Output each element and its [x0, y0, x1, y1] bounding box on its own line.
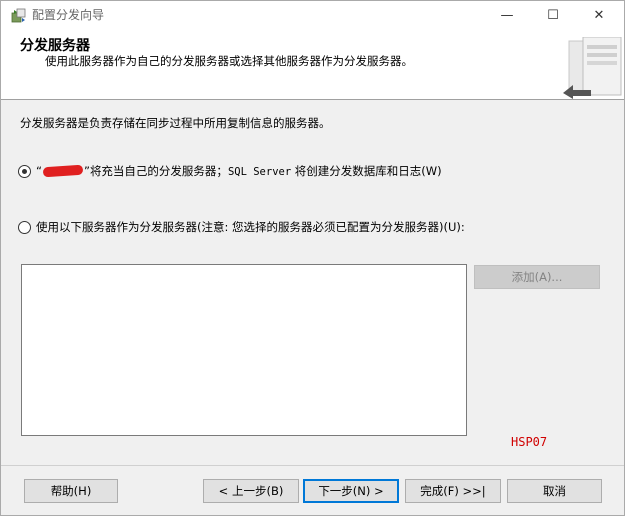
- maximize-button[interactable]: ☐: [530, 1, 576, 31]
- footer-divider: [1, 465, 624, 466]
- option-self-distributor[interactable]: “”将充当自己的分发服务器；SQL Server 将创建分发数据库和日志(W): [18, 163, 442, 179]
- server-illustration-icon: [561, 37, 624, 99]
- option-self-text-b: 将创建分发数据库和日志(W): [291, 163, 442, 178]
- redacted-server-name: [42, 164, 84, 178]
- wizard-window: 配置分发向导 — ☐ ✕ 分发服务器 使用此服务器作为自己的分发服务器或选择其他…: [0, 0, 625, 516]
- title-bar[interactable]: 配置分发向导 — ☐ ✕: [1, 1, 624, 31]
- header-banner: 分发服务器 使用此服务器作为自己的分发服务器或选择其他服务器作为分发服务器。: [1, 31, 624, 100]
- option-other-label: 使用以下服务器作为分发服务器(注意: 您选择的服务器必须已配置为分发服务器)(U…: [36, 220, 465, 234]
- close-icon: ✕: [593, 8, 605, 23]
- option-self-text-a: 将充当自己的分发服务器；: [89, 163, 228, 178]
- option-other-distributor[interactable]: 使用以下服务器作为分发服务器(注意: 您选择的服务器必须已配置为分发服务器)(U…: [18, 219, 465, 235]
- close-button[interactable]: ✕: [576, 1, 622, 31]
- window-title: 配置分发向导: [32, 8, 105, 22]
- finish-button[interactable]: 完成(F) >>|: [405, 479, 501, 503]
- option-self-product: SQL Server: [227, 165, 292, 178]
- previous-button[interactable]: < 上一步(B): [203, 479, 299, 503]
- minimize-icon: —: [500, 8, 514, 23]
- server-listbox[interactable]: [21, 264, 467, 436]
- next-button[interactable]: 下一步(N) >: [303, 479, 399, 503]
- wizard-app-icon: [11, 8, 26, 23]
- option-self-radio[interactable]: [18, 164, 31, 178]
- page-subtitle: 使用此服务器作为自己的分发服务器或选择其他服务器作为分发服务器。: [45, 54, 413, 68]
- annotation-label: HSP07: [511, 435, 548, 449]
- option-other-radio[interactable]: [18, 220, 31, 234]
- help-button[interactable]: 帮助(H): [24, 479, 118, 503]
- distributor-description: 分发服务器是负责存储在同步过程中所用复制信息的服务器。: [20, 116, 331, 130]
- add-server-button[interactable]: 添加(A)...: [474, 265, 600, 289]
- minimize-button[interactable]: —: [484, 1, 530, 31]
- cancel-button[interactable]: 取消: [507, 479, 602, 503]
- option-self-label: “”将充当自己的分发服务器；SQL Server 将创建分发数据库和日志(W): [36, 163, 442, 180]
- quote-open: “: [36, 163, 42, 178]
- maximize-icon: ☐: [547, 8, 559, 23]
